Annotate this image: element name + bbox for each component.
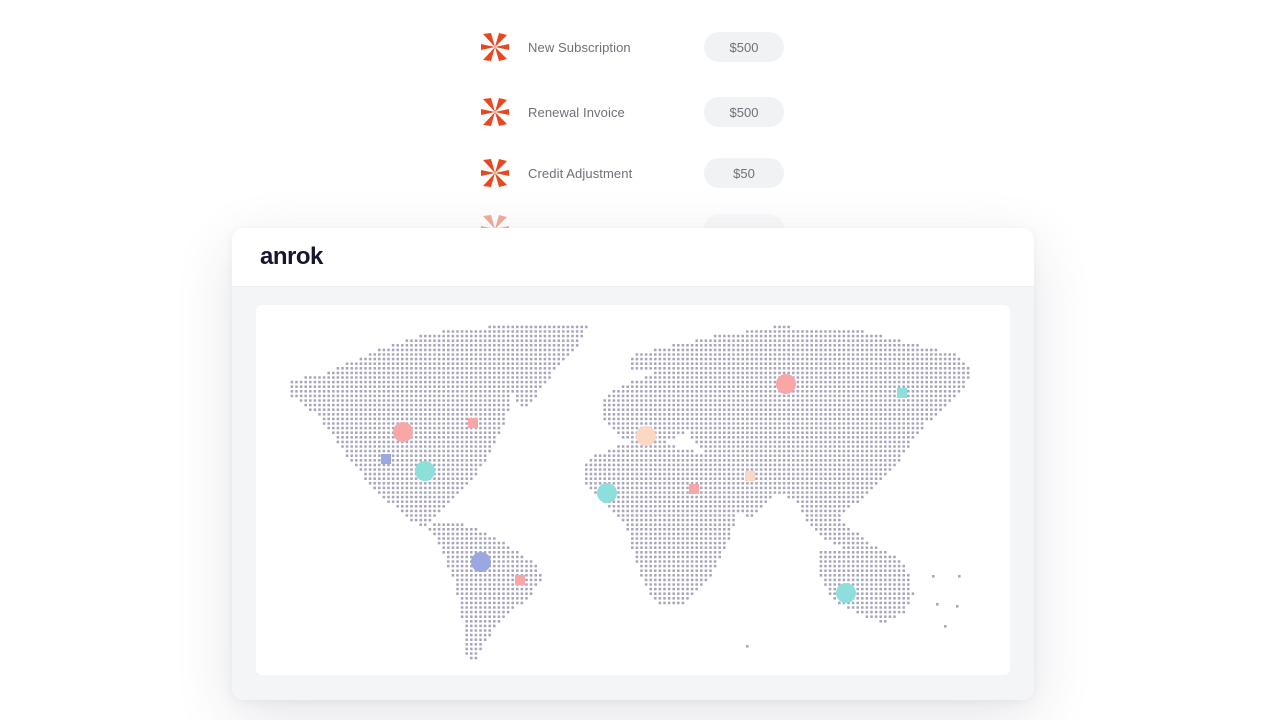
transaction-row: New Subscription $500 <box>480 32 784 62</box>
map-marker-circle <box>776 374 796 394</box>
map-marker-circle <box>393 422 413 442</box>
map-dots <box>290 325 970 660</box>
anrok-card: anrok <box>232 228 1034 700</box>
map-marker-circle <box>471 552 491 572</box>
transaction-row: Credit Adjustment $50 <box>480 158 784 188</box>
dotted-world-map <box>290 325 970 660</box>
map-marker-square <box>689 484 699 494</box>
starburst-logo-icon <box>481 98 509 126</box>
map-markers <box>381 374 907 603</box>
map-marker-square <box>745 471 755 481</box>
map-marker-square <box>381 454 391 464</box>
map-marker-circle <box>415 461 435 481</box>
transaction-amount: $500 <box>704 32 784 62</box>
anrok-logo: anrok <box>260 243 323 270</box>
map-marker-square <box>515 575 525 585</box>
starburst-logo-icon <box>481 33 509 61</box>
transaction-row: Renewal Invoice $500 <box>480 97 784 127</box>
map-marker-square <box>468 418 478 428</box>
world-map-panel <box>256 305 1010 675</box>
map-marker-circle <box>597 483 617 503</box>
card-body <box>232 287 1034 700</box>
transaction-label: Renewal Invoice <box>528 104 625 120</box>
transaction-label: Credit Adjustment <box>528 165 633 181</box>
map-marker-circle <box>836 583 856 603</box>
transaction-label: New Subscription <box>528 39 631 55</box>
map-marker-circle <box>636 426 656 446</box>
transaction-amount: $500 <box>704 97 784 127</box>
transaction-amount: $50 <box>704 158 784 188</box>
starburst-logo-icon <box>481 159 509 187</box>
map-marker-square <box>897 388 907 398</box>
card-header: anrok <box>232 228 1034 287</box>
